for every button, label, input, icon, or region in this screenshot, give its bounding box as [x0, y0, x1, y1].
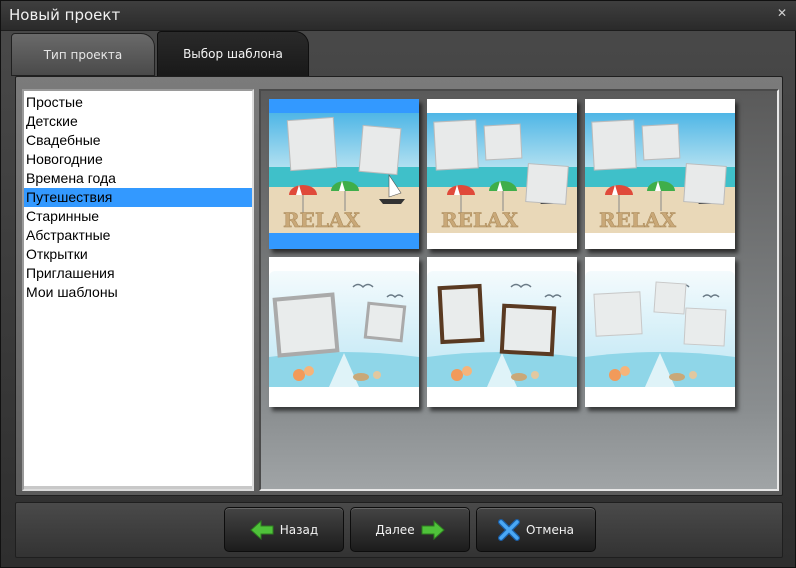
category-item[interactable]: Свадебные [24, 131, 252, 150]
arrow-right-icon [421, 519, 445, 540]
category-item[interactable]: Мои шаблоны [24, 283, 252, 302]
category-item[interactable]: Приглашения [24, 264, 252, 283]
template-thumbnail[interactable] [427, 257, 577, 407]
cancel-button[interactable]: Отмена [476, 507, 596, 552]
button-bar: Назад Далее Отмена [15, 502, 783, 558]
back-button[interactable]: Назад [224, 507, 344, 552]
tab-project-type[interactable]: Тип проекта [11, 33, 155, 76]
template-gallery: RELAX RELAX RELAX [259, 89, 779, 491]
category-item[interactable]: Новогодние [24, 150, 252, 169]
cancel-button-label: Отмена [525, 522, 575, 537]
category-item[interactable]: Детские [24, 112, 252, 131]
back-button-label: Назад [279, 522, 319, 537]
close-icon[interactable]: ✕ [775, 6, 789, 20]
svg-text:RELAX: RELAX [599, 208, 676, 232]
category-item[interactable]: Времена года [24, 169, 252, 188]
tab-template-choice[interactable]: Выбор шаблона [157, 31, 309, 76]
template-thumbnail[interactable]: RELAX [427, 99, 577, 249]
category-list[interactable]: Простые Детские Свадебные Новогодние Времена… [22, 89, 254, 491]
title-bar: Новый проект ✕ [1, 1, 796, 31]
svg-text:RELAX: RELAX [283, 208, 360, 232]
content-panel: Простые Детские Свадебные Новогодние Времена… [15, 76, 783, 496]
next-button[interactable]: Далее [350, 507, 470, 552]
category-item[interactable]: Путешествия [24, 188, 252, 207]
template-thumbnail[interactable] [585, 257, 735, 407]
template-thumbnail[interactable]: RELAX [585, 99, 735, 249]
template-thumbnail[interactable]: RELAX [269, 99, 419, 249]
category-item[interactable]: Старинные [24, 207, 252, 226]
svg-text:RELAX: RELAX [441, 208, 518, 232]
next-button-label: Далее [375, 522, 415, 537]
list-bottom-edge [24, 486, 252, 489]
template-thumbnail[interactable] [269, 257, 419, 407]
arrow-left-icon [250, 519, 274, 540]
new-project-dialog: Новый проект ✕ Тип проекта Выбор шаблона… [0, 0, 796, 568]
window-title: Новый проект [9, 6, 121, 24]
cross-icon [497, 518, 520, 541]
category-item[interactable]: Абстрактные [24, 226, 252, 245]
category-item[interactable]: Открытки [24, 245, 252, 264]
category-item[interactable]: Простые [24, 93, 252, 112]
